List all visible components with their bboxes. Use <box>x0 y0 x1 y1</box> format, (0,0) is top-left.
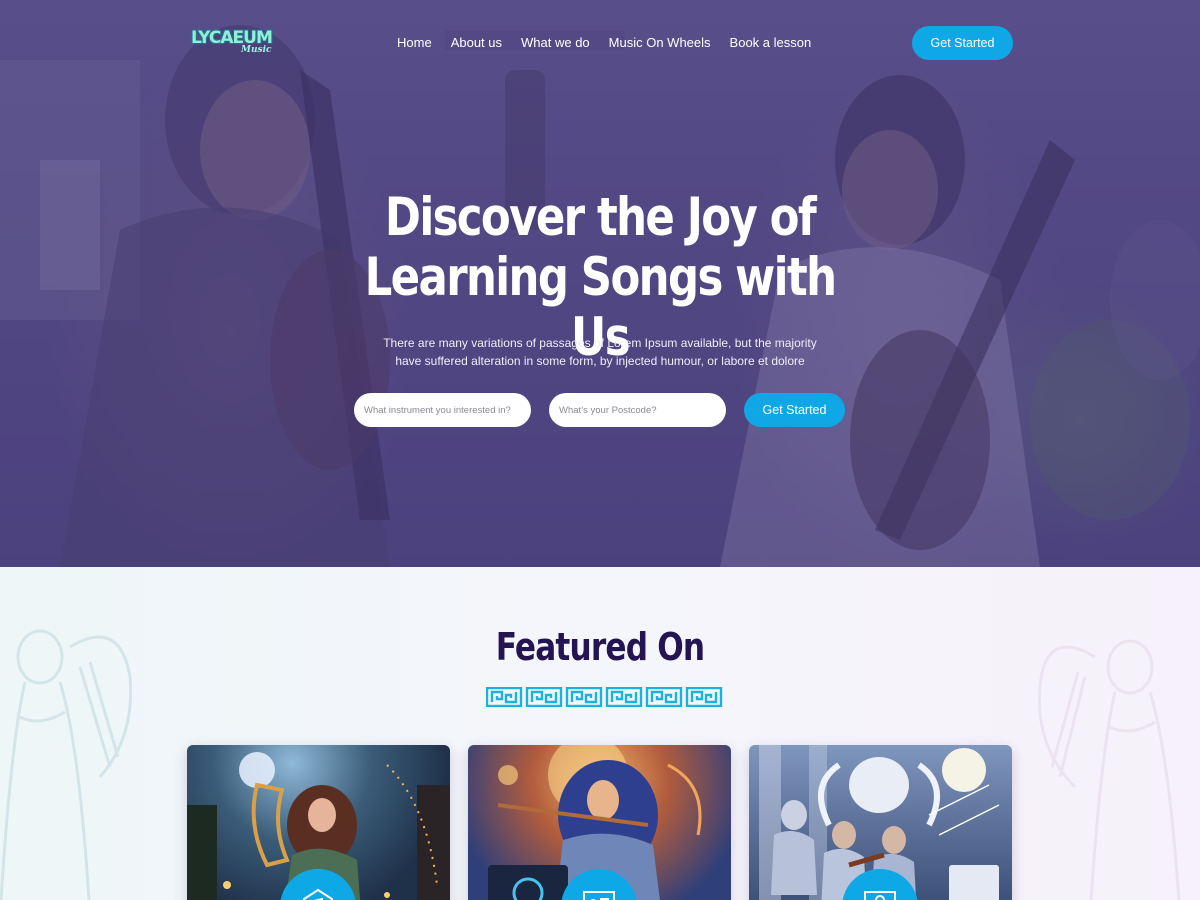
featured-card-3[interactable] <box>749 745 1012 900</box>
nav-link-book-a-lesson[interactable]: Book a lesson <box>730 35 812 50</box>
lightbulb-board-icon <box>864 891 896 900</box>
hero-subtitle: There are many variations of passages of… <box>370 335 830 370</box>
brand-logo[interactable]: LYCAEUM Music <box>191 28 273 58</box>
postcode-input[interactable] <box>549 393 726 427</box>
featured-title: Featured On <box>495 625 705 669</box>
featured-section: Featured On <box>0 567 1200 900</box>
nav-link-about-us[interactable]: About us <box>451 35 502 50</box>
top-navbar: LYCAEUM Music Home About us What we do M… <box>0 0 1200 86</box>
nav-get-started-button[interactable]: Get Started <box>912 26 1013 60</box>
lyre-statue-decoration-left <box>0 629 133 900</box>
hero-get-started-button[interactable]: Get Started <box>744 393 845 427</box>
lesson-search-form: Get Started <box>354 393 846 427</box>
logo-subtext: Music <box>241 45 272 55</box>
hero-subtitle-line-2: have suffered alteration in some form, b… <box>395 353 805 368</box>
nav-link-home[interactable]: Home <box>397 35 432 50</box>
featured-card-1[interactable] <box>187 745 450 900</box>
nav-link-music-on-wheels[interactable]: Music On Wheels <box>609 35 711 50</box>
score-sheet-icon <box>583 891 615 900</box>
greek-key-divider <box>486 687 723 707</box>
nav-link-what-we-do[interactable]: What we do <box>521 35 590 50</box>
hero-section: LYCAEUM Music Home About us What we do M… <box>0 0 1200 567</box>
instrument-input[interactable] <box>354 393 531 427</box>
lyre-statue-decoration-right <box>1037 639 1181 900</box>
main-nav: Home About us What we do Music On Wheels… <box>397 35 811 50</box>
hero-title-line-1: Discover the Joy of <box>384 187 817 248</box>
hero-subtitle-line-1: There are many variations of passages of… <box>383 336 817 350</box>
featured-card-2[interactable] <box>468 745 731 900</box>
house-music-icon <box>303 888 333 900</box>
